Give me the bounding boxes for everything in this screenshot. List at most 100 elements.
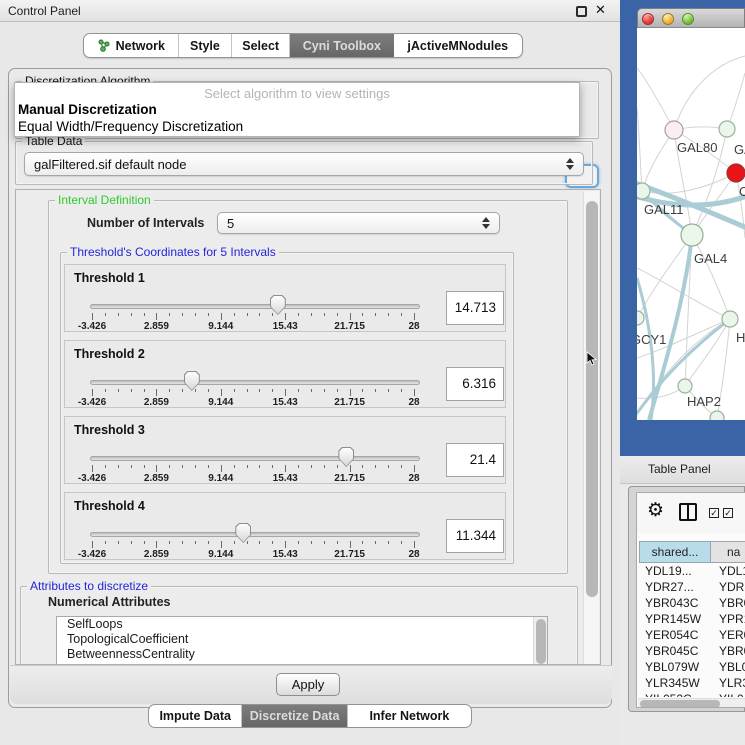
tab-infer-network-label: Infer Network — [369, 709, 449, 723]
cell-shared-name[interactable]: YER054C — [639, 627, 711, 643]
cell-name[interactable]: YPR1 — [711, 611, 745, 627]
apply-button[interactable]: Apply — [276, 673, 340, 696]
cell-shared-name[interactable]: YDL19... — [639, 563, 711, 579]
graph-node[interactable] — [727, 164, 745, 182]
slider-thumb[interactable] — [184, 371, 200, 391]
column-layout-icon[interactable] — [679, 503, 697, 521]
tab-impute-data[interactable]: Impute Data — [149, 705, 242, 727]
cell-shared-name[interactable]: YBR045C — [639, 643, 711, 659]
cell-name[interactable]: YLR3 — [711, 675, 745, 691]
cell-name[interactable]: YBR0 — [711, 595, 745, 611]
table-row[interactable]: YPR145WYPR1 — [639, 611, 745, 627]
table-row[interactable]: YDL19...YDL1 — [639, 563, 745, 579]
scale-label: 15.43 — [273, 549, 298, 560]
attribute-list-item[interactable]: SelfLoops — [57, 617, 547, 632]
cell-shared-name[interactable]: YDR27... — [639, 579, 711, 595]
threshold-2-value[interactable]: 6.316 — [446, 367, 504, 401]
tick-mark — [337, 389, 338, 392]
scrollbar-thumb[interactable] — [536, 619, 546, 664]
cell-shared-name[interactable]: YPR145W — [639, 611, 711, 627]
zoom-traffic-light-icon[interactable] — [682, 13, 694, 25]
threshold-1-slider[interactable]: -3.4262.8599.14415.4321.71528 — [65, 265, 505, 331]
right-side: GAL80GACGAL11GAL4GCY1HHAP2 Table Panel ⚙… — [620, 0, 745, 745]
numerical-attributes-list[interactable]: SelfLoopsTopologicalCoefficientBetweenne… — [56, 616, 548, 665]
cell-name[interactable]: YIL0 — [711, 691, 745, 697]
table-horizontal-scrollbar[interactable] — [638, 698, 745, 708]
number-of-intervals-combobox[interactable]: 5 — [217, 212, 500, 234]
slider-track[interactable] — [90, 456, 420, 461]
scale-label: 9.144 — [208, 473, 233, 484]
table-row[interactable]: YER054CYER0 — [639, 627, 745, 643]
threshold-3-value[interactable]: 21.4 — [446, 443, 504, 477]
cell-shared-name[interactable]: YLR345W — [639, 675, 711, 691]
table-row[interactable]: YLR345WYLR3 — [639, 675, 745, 691]
close-icon[interactable]: ✕ — [595, 2, 606, 18]
graph-node[interactable] — [665, 121, 683, 139]
slider-thumb[interactable] — [235, 523, 251, 543]
tab-discretize-data[interactable]: Discretize Data — [242, 705, 347, 727]
gear-icon[interactable]: ⚙ — [647, 499, 664, 521]
cell-shared-name[interactable]: YBR043C — [639, 595, 711, 611]
threshold-1-value[interactable]: 14.713 — [446, 291, 504, 325]
float-window-icon[interactable] — [576, 6, 587, 17]
scale-label: 2.859 — [144, 549, 169, 560]
scale-label: 9.144 — [208, 549, 233, 560]
table-row[interactable]: YBL079WYBL0 — [639, 659, 745, 675]
graph-node[interactable] — [719, 121, 735, 137]
cell-name[interactable]: YDR2 — [711, 579, 745, 595]
attributes-list-scrollbar[interactable] — [533, 617, 547, 664]
column-header-name[interactable]: na — [711, 541, 745, 563]
tab-network[interactable]: Network — [84, 34, 179, 57]
graph-node[interactable] — [681, 224, 703, 246]
algorithm-option-manual[interactable]: Manual Discretization — [18, 102, 157, 117]
checkbox-icon[interactable]: ✓ — [723, 508, 733, 518]
close-traffic-light-icon[interactable] — [642, 13, 654, 25]
tick-mark — [350, 389, 351, 396]
tick-mark — [324, 313, 325, 316]
table-data-combobox[interactable]: galFiltered.sif default node — [24, 152, 584, 176]
tab-style[interactable]: Style — [179, 34, 233, 57]
table-row[interactable]: YBR045CYBR0 — [639, 643, 745, 659]
threshold-4-slider[interactable]: -3.4262.8599.14415.4321.71528 — [65, 493, 505, 559]
attribute-list-item[interactable]: BetweennessCentrality — [57, 647, 547, 662]
minimize-traffic-light-icon[interactable] — [662, 13, 674, 25]
tab-select[interactable]: Select — [232, 34, 290, 57]
cell-name[interactable]: YDL1 — [711, 563, 745, 579]
tick-mark — [401, 541, 402, 544]
slider-thumb[interactable] — [338, 447, 354, 467]
table-row[interactable]: YIL052CYIL0 — [639, 691, 745, 697]
attribute-list-item[interactable]: TopologicalCoefficient — [57, 632, 547, 647]
tab-infer-network[interactable]: Infer Network — [348, 705, 471, 727]
network-window-titlebar[interactable] — [637, 8, 745, 28]
table-row[interactable]: YDR27...YDR2 — [639, 579, 745, 595]
tab-jactivemnodules[interactable]: jActiveMNodules — [394, 34, 522, 57]
slider-track[interactable] — [90, 532, 420, 537]
graph-node[interactable] — [710, 411, 724, 420]
checkbox-icon[interactable]: ✓ — [709, 508, 719, 518]
tick-mark — [388, 389, 389, 392]
slider-thumb[interactable] — [270, 295, 286, 315]
slider-track[interactable] — [90, 380, 420, 385]
graph-node[interactable] — [678, 379, 692, 393]
scrollbar-thumb[interactable] — [586, 201, 598, 597]
column-header-shared-name[interactable]: shared... — [639, 541, 711, 563]
scrollbar-thumb[interactable] — [640, 700, 720, 708]
graph-node[interactable] — [637, 183, 650, 199]
network-canvas[interactable]: GAL80GACGAL11GAL4GCY1HHAP2 — [637, 28, 745, 420]
slider-track[interactable] — [90, 304, 420, 309]
cell-shared-name[interactable]: YBL079W — [639, 659, 711, 675]
threshold-4-value[interactable]: 11.344 — [446, 519, 504, 553]
threshold-3-slider[interactable]: -3.4262.8599.14415.4321.71528 — [65, 417, 505, 483]
cell-name[interactable]: YBR0 — [711, 643, 745, 659]
cell-name[interactable]: YBL0 — [711, 659, 745, 675]
table-row[interactable]: YBR043CYBR0 — [639, 595, 745, 611]
cell-shared-name[interactable]: YIL052C — [639, 691, 711, 697]
cell-name[interactable]: YER0 — [711, 627, 745, 643]
algorithm-option-equal-width[interactable]: Equal Width/Frequency Discretization — [18, 119, 243, 134]
graph-node[interactable] — [637, 311, 644, 325]
tab-cyni-toolbox[interactable]: Cyni Toolbox — [290, 34, 394, 57]
tick-mark — [298, 389, 299, 392]
graph-node[interactable] — [722, 311, 738, 327]
threshold-2-slider[interactable]: -3.4262.8599.14415.4321.71528 — [65, 341, 505, 407]
settings-vertical-scrollbar[interactable] — [583, 191, 599, 665]
